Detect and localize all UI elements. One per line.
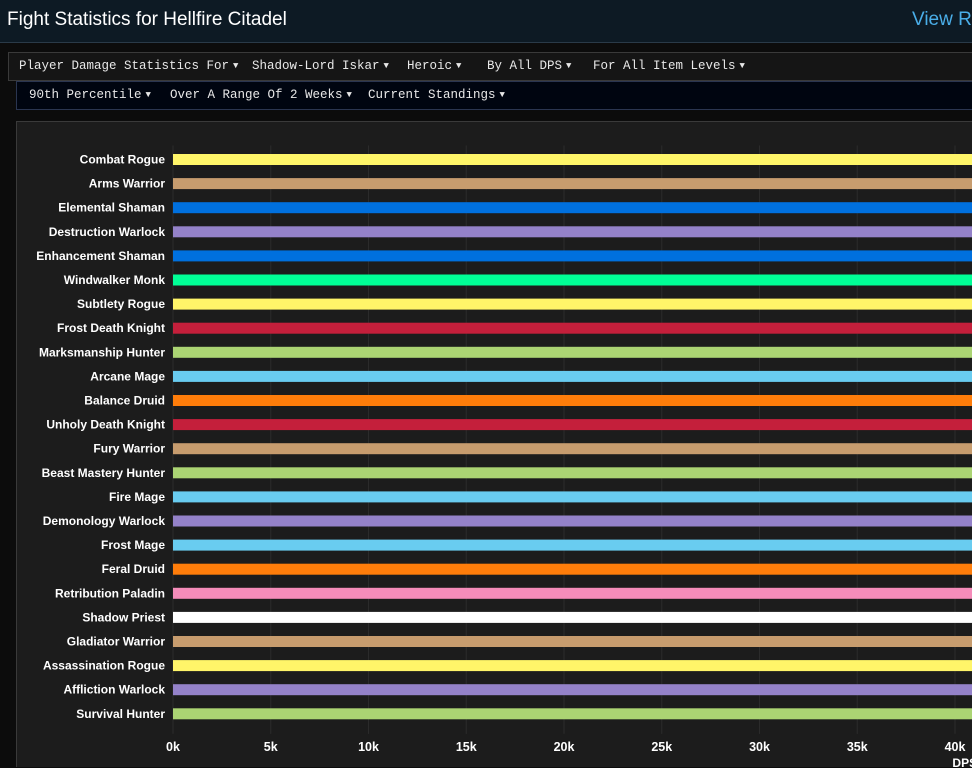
x-tick-label: 30k [749,740,770,754]
bar-assassination-rogue[interactable] [173,660,972,672]
bar-frost-mage[interactable] [173,539,972,551]
filter-label: By All DPS [487,59,563,73]
bar-destruction-warlock[interactable] [173,226,972,238]
caret-down-icon: ▼ [456,61,462,71]
category-label: Fire Mage [109,490,165,504]
category-label: Subtlety Rogue [77,297,165,311]
category-label: Frost Death Knight [57,321,165,335]
bar-affliction-warlock[interactable] [173,684,972,696]
category-label: Balance Druid [84,394,165,408]
caret-down-icon: ▼ [346,90,352,100]
category-label: Assassination Rogue [43,659,165,673]
category-label: Affliction Warlock [63,683,165,697]
category-label: Combat Rogue [80,153,166,167]
category-label: Arms Warrior [89,177,166,191]
bar-shadow-priest[interactable] [173,611,972,623]
x-tick-label: 10k [358,740,379,754]
category-label: Demonology Warlock [43,514,166,528]
category-label: Unholy Death Knight [46,418,165,432]
filter-label: 90th Percentile [29,88,142,102]
dps-bar-chart: Combat Rogue Arms Warrior Elemental Shaman… [36,145,972,768]
bar-enhancement-shaman[interactable] [173,250,972,262]
caret-down-icon: ▼ [233,61,239,71]
caret-down-icon: ▼ [566,61,572,71]
category-label: Frost Mage [101,538,165,552]
bar-subtlety-rogue[interactable] [173,298,972,310]
filter-percentile-dropdown[interactable]: 90th Percentile ▼ [29,88,151,102]
filter-label: Over A Range Of 2 Weeks [170,88,343,102]
bar-combat-rogue[interactable] [173,154,972,165]
category-label: Shadow Priest [82,610,165,624]
bar-frost-death-knight[interactable] [173,322,972,334]
category-label: Survival Hunter [76,707,165,721]
filter-label: Heroic [407,59,453,73]
bar-marksmanship-hunter[interactable] [173,346,972,358]
x-axis-label: DPS [952,756,972,768]
filter-boss-dropdown[interactable]: Shadow-Lord Iskar ▼ [252,59,389,73]
x-tick-label: 40k [945,740,966,754]
category-label: Fury Warrior [93,442,165,456]
bar-arms-warrior[interactable] [173,178,972,190]
category-label: Enhancement Shaman [36,249,165,263]
filter-label: For All Item Levels [593,59,736,73]
category-label: Feral Druid [102,562,165,576]
bar-elemental-shaman[interactable] [173,202,972,214]
x-tick-label: 25k [651,740,672,754]
filter-difficulty-dropdown[interactable]: Heroic ▼ [407,59,461,73]
caret-down-icon: ▼ [145,90,151,100]
filter-item-level-dropdown[interactable]: For All Item Levels ▼ [593,59,745,73]
filter-bar-secondary: 90th Percentile ▼ Over A Range Of 2 Weeks… [16,81,972,110]
filter-label: Shadow-Lord Iskar [252,59,380,73]
bar-survival-hunter[interactable] [173,708,972,720]
filter-time-range-dropdown[interactable]: Over A Range Of 2 Weeks ▼ [170,88,352,102]
bar-arcane-mage[interactable] [173,370,972,382]
category-label: Arcane Mage [90,369,165,383]
x-tick-label: 20k [554,740,575,754]
category-label: Elemental Shaman [58,201,165,215]
filter-statistic-type-dropdown[interactable]: Player Damage Statistics For ▼ [19,59,238,73]
category-label: Retribution Paladin [55,586,165,600]
filter-bar-primary: Player Damage Statistics For ▼ Shadow-Lor… [8,52,972,81]
filter-role-dropdown[interactable]: By All DPS ▼ [487,59,571,73]
filter-label: Current Standings [368,88,496,102]
bar-unholy-death-knight[interactable] [173,419,972,431]
dps-chart-panel: Combat Rogue Arms Warrior Elemental Shaman… [16,121,972,768]
bar-beast-mastery-hunter[interactable] [173,467,972,479]
bar-feral-druid[interactable] [173,563,972,575]
bar-fury-warrior[interactable] [173,443,972,455]
bar-demonology-warlock[interactable] [173,515,972,527]
view-raid-link[interactable]: View Ra [912,9,972,31]
category-label: Beast Mastery Hunter [42,466,166,480]
category-label: Destruction Warlock [49,225,166,239]
x-tick-label: 5k [264,740,278,754]
category-label: Marksmanship Hunter [39,345,165,359]
x-tick-label: 15k [456,740,477,754]
category-label: Windwalker Monk [64,273,166,287]
title-bar: Fight Statistics for Hellfire Citadel Vi… [0,0,972,43]
x-tick-label: 35k [847,740,868,754]
caret-down-icon: ▼ [499,90,505,100]
bar-fire-mage[interactable] [173,491,972,503]
page-title: Fight Statistics for Hellfire Citadel [7,9,287,30]
bar-balance-druid[interactable] [173,395,972,406]
caret-down-icon: ▼ [739,61,745,71]
category-label: Gladiator Warrior [67,635,166,649]
x-tick-label: 0k [166,740,180,754]
filter-standings-dropdown[interactable]: Current Standings ▼ [368,88,505,102]
bar-retribution-paladin[interactable] [173,587,972,599]
bar-windwalker-monk[interactable] [173,274,972,286]
caret-down-icon: ▼ [383,61,389,71]
bar-gladiator-warrior[interactable] [173,636,972,647]
filter-label: Player Damage Statistics For [19,59,230,73]
